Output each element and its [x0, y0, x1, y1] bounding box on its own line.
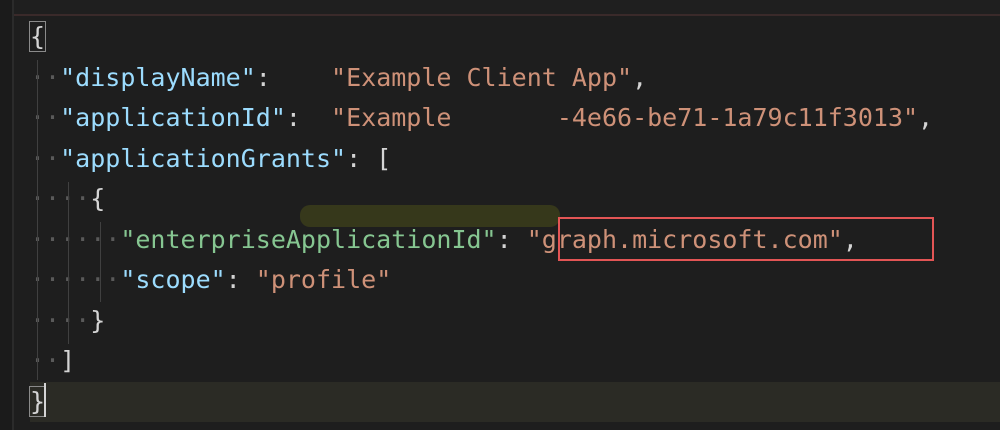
code-line[interactable]: ····} — [30, 301, 1000, 341]
json-key: "scope" — [120, 265, 226, 294]
indent-guide — [37, 60, 38, 380]
code-line[interactable]: { — [28, 17, 1000, 57]
json-punctuation: } — [28, 385, 47, 417]
json-punctuation: : — [496, 224, 527, 254]
code-editor[interactable]: {··"displayName": "Example Client App", ·… — [0, 0, 1000, 430]
json-string-value: "Example -4e66-be71-1a79c11f3013" — [331, 103, 919, 132]
code-line[interactable]: } — [28, 381, 1000, 422]
whitespace-marker: ···· — [30, 184, 91, 213]
json-punctuation: { — [28, 21, 47, 52]
json-punctuation: { — [90, 184, 106, 213]
indent-guide — [68, 182, 69, 344]
code-line[interactable]: ··] — [30, 341, 1000, 381]
editor-top-border — [0, 0, 1000, 16]
json-punctuation: } — [90, 305, 106, 335]
whitespace-marker: ·· — [30, 346, 61, 375]
json-key: "applicationGrants" — [60, 143, 347, 173]
json-key: "applicationId" — [60, 103, 286, 132]
json-punctuation: ] — [60, 346, 76, 375]
text-cursor — [44, 383, 46, 417]
json-key: "enterpriseApplicationId" — [120, 224, 497, 254]
json-string-value: "profile" — [255, 265, 392, 294]
code-line[interactable]: ··"applicationGrants": [ — [30, 139, 1000, 179]
whitespace-marker: ······ — [30, 224, 121, 254]
code-line[interactable]: ··"applicationId": "Example -4e66-be71-1… — [30, 98, 1000, 138]
whitespace-marker: ·· — [30, 143, 61, 173]
json-key: "displayName" — [60, 62, 256, 92]
code-line[interactable]: ······"scope": "profile" — [30, 260, 1000, 300]
indent-guide — [100, 222, 101, 302]
whitespace-marker: ·· — [30, 103, 61, 132]
highlight-annotation-box — [558, 217, 934, 261]
json-punctuation: [ — [376, 143, 392, 173]
code-line[interactable]: ··"displayName": "Example Client App", — [30, 58, 1000, 98]
json-punctuation: , — [918, 103, 934, 132]
json-punctuation: , — [632, 62, 648, 92]
json-punctuation: : — [225, 265, 256, 294]
whitespace-marker: ······ — [30, 265, 121, 294]
json-punctuation: : — [285, 103, 332, 132]
json-string-value: "Example Client App" — [331, 62, 633, 92]
json-punctuation: : — [255, 62, 332, 92]
json-punctuation: : — [346, 143, 377, 173]
whitespace-marker: ···· — [30, 305, 91, 335]
whitespace-marker: ·· — [30, 62, 61, 92]
editor-gutter — [0, 0, 14, 430]
code-line[interactable]: ····{ — [30, 179, 1000, 219]
